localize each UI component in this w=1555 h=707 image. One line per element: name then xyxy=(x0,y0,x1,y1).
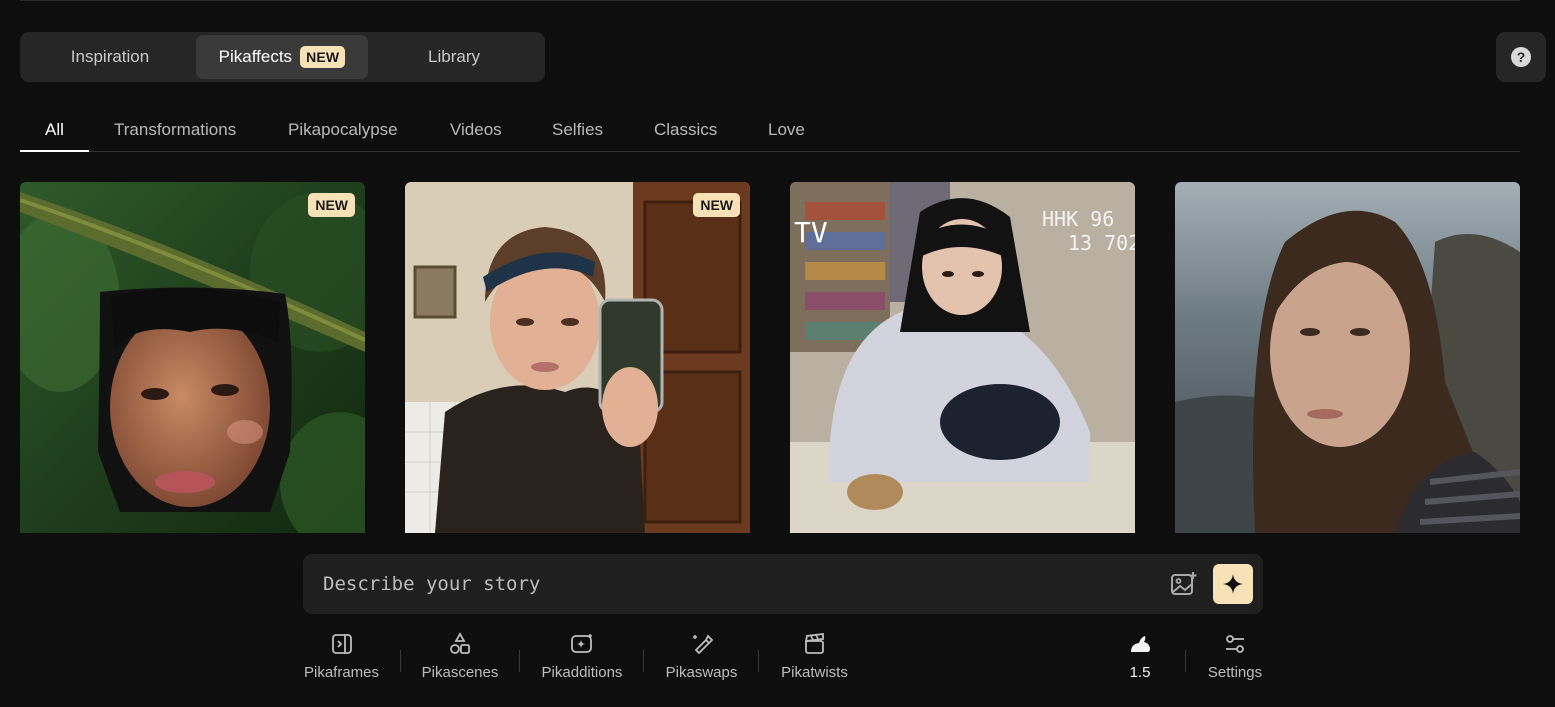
filter-videos[interactable]: Videos xyxy=(450,120,502,140)
tab-pikaffects[interactable]: Pikaffects NEW xyxy=(196,35,368,79)
tool-pikascenes[interactable]: Pikascenes xyxy=(421,632,499,681)
prompt-bar xyxy=(303,554,1263,614)
effect-card-4[interactable] xyxy=(1175,182,1520,533)
tool-label: Pikatwists xyxy=(781,664,848,681)
active-filter-underline xyxy=(20,150,89,152)
filter-all[interactable]: All xyxy=(45,120,64,140)
shapes-icon xyxy=(450,632,470,654)
tab-label: Library xyxy=(428,47,480,66)
help-icon: ? xyxy=(1511,47,1531,67)
tool-pikaswaps[interactable]: Pikaswaps xyxy=(664,632,739,681)
brush-icon xyxy=(692,634,713,655)
vhs-timestamp-2: 13 702 xyxy=(1068,231,1135,255)
sliders-icon xyxy=(1226,635,1244,653)
tool-pikaframes[interactable]: Pikaframes xyxy=(303,632,380,681)
tab-label: Inspiration xyxy=(70,47,150,66)
tool-pikadditions[interactable]: Pikadditions xyxy=(540,632,624,681)
filter-pikapocalypse[interactable]: Pikapocalypse xyxy=(288,120,398,140)
main-tab-bar: Inspiration Pikaffects NEW Library xyxy=(20,32,545,82)
effect-card-2[interactable]: NEW xyxy=(405,182,750,533)
new-badge: NEW xyxy=(300,46,346,68)
vhs-tv-label: TV xyxy=(794,216,828,249)
tool-pikatwists[interactable]: Pikatwists xyxy=(779,632,850,681)
top-divider xyxy=(20,0,1520,1)
toolbar-divider xyxy=(1185,650,1186,672)
sparkle-icon xyxy=(1222,573,1244,595)
toolbar-divider xyxy=(643,650,644,672)
settings-button[interactable]: Settings xyxy=(1206,632,1264,681)
generate-button[interactable] xyxy=(1213,564,1253,604)
toolbar-divider xyxy=(758,650,759,672)
tab-inspiration[interactable]: Inspiration xyxy=(24,35,196,79)
prompt-input[interactable] xyxy=(303,554,1163,614)
image-upload-icon[interactable] xyxy=(1169,570,1199,598)
clapper-icon xyxy=(804,632,824,654)
filter-selfies[interactable]: Selfies xyxy=(552,120,603,140)
card-thumbnail: TV HHK 96 13 702 xyxy=(790,182,1135,533)
rabbit-icon xyxy=(1131,636,1150,652)
filter-classics[interactable]: Classics xyxy=(654,120,717,140)
sparkle-box-icon xyxy=(571,634,592,653)
tool-label: Pikascenes xyxy=(421,664,499,681)
toolbar-divider xyxy=(400,650,401,672)
filter-love[interactable]: Love xyxy=(768,120,805,140)
model-selector[interactable]: 1.5 xyxy=(1122,632,1158,681)
model-version-label: 1.5 xyxy=(1129,664,1151,681)
new-badge: NEW xyxy=(308,193,355,217)
filter-transformations[interactable]: Transformations xyxy=(114,120,236,140)
tab-label: Pikaffects xyxy=(218,47,293,66)
frames-icon xyxy=(331,634,352,654)
tool-label: Settings xyxy=(1207,664,1263,681)
card-thumbnail xyxy=(405,182,750,533)
category-filter-bar: All Transformations Pikapocalypse Videos… xyxy=(20,110,1520,152)
effect-card-1[interactable]: NEW xyxy=(20,182,365,533)
effect-card-3[interactable]: TV HHK 96 13 702 xyxy=(790,182,1135,533)
tool-label: Pikaframes xyxy=(303,664,380,681)
help-button[interactable]: ? xyxy=(1496,32,1546,82)
vhs-timestamp-1: HHK 96 xyxy=(1042,207,1114,231)
tab-library[interactable]: Library xyxy=(368,35,540,79)
new-badge: NEW xyxy=(693,193,740,217)
card-thumbnail xyxy=(1175,182,1520,533)
card-thumbnail xyxy=(20,182,365,533)
tool-label: Pikadditions xyxy=(541,664,623,681)
toolbar-divider xyxy=(519,650,520,672)
tool-label: Pikaswaps xyxy=(665,664,738,681)
